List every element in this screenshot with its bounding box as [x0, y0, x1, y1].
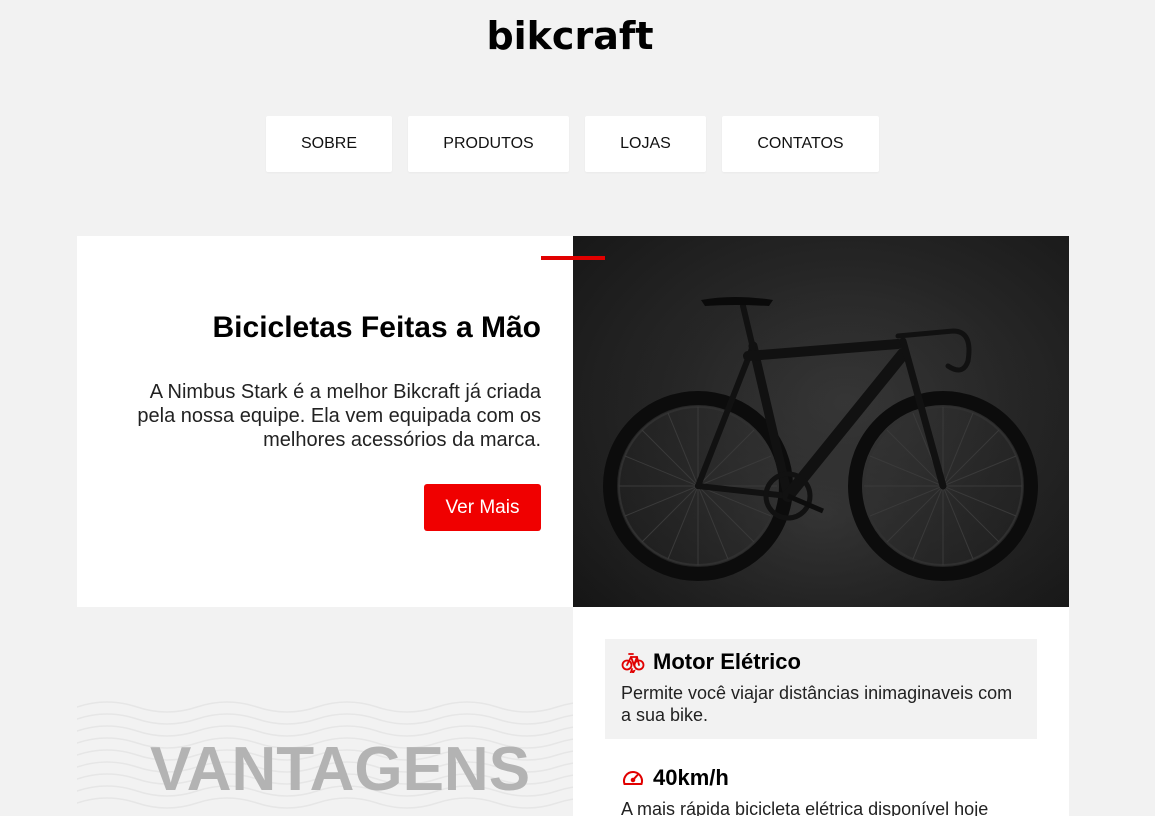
bicycle-photo: [573, 236, 1069, 607]
site-logo[interactable]: bikcraft: [0, 14, 1140, 58]
hero-title: Bicicletas Feitas a Mão: [212, 311, 541, 344]
ver-mais-button[interactable]: Ver Mais: [424, 484, 541, 531]
nav-link-produtos[interactable]: PRODUTOS: [408, 116, 569, 172]
feature-text: A mais rápida bicicleta elétrica disponí…: [621, 799, 989, 816]
bicycle-icon: [573, 236, 1069, 607]
speedometer-icon: [623, 771, 643, 785]
nav-link-contatos[interactable]: CONTATOS: [722, 116, 879, 172]
main-nav: SOBRE PRODUTOS LOJAS CONTATOS: [0, 116, 1145, 172]
feature-item: 40km/h A mais rápida bicicleta elétrica …: [605, 755, 1037, 816]
nav-link-sobre[interactable]: SOBRE: [266, 116, 392, 172]
feature-title: 40km/h: [653, 765, 729, 790]
nav-link-lojas[interactable]: LOJAS: [585, 116, 706, 172]
feature-item: Motor Elétrico Permite você viajar distâ…: [605, 639, 1037, 739]
accent-divider: [541, 256, 605, 260]
feature-title: Motor Elétrico: [653, 649, 801, 674]
hero-description: A Nimbus Stark é a melhor Bikcraft já cr…: [137, 381, 541, 451]
feature-text: Permite você viajar distâncias inimagina…: [621, 683, 1013, 725]
electric-bike-icon: [621, 653, 645, 673]
vantagens-title: VANTAGENS: [150, 735, 531, 804]
